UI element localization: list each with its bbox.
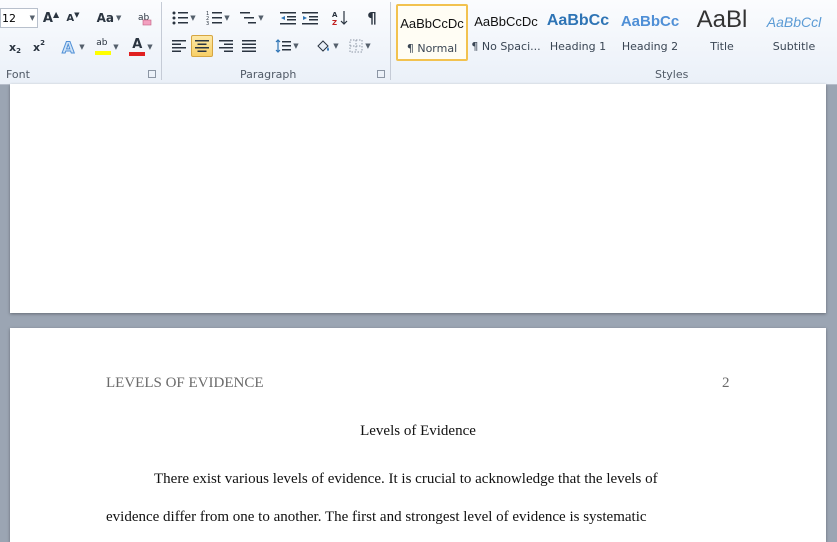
decrease-indent-button[interactable] [278, 8, 298, 28]
superscript-button[interactable]: x2 [30, 38, 48, 56]
increase-indent-button[interactable] [300, 8, 320, 28]
style-title[interactable]: AaBl Title [686, 4, 758, 61]
numbering-icon: 123 [206, 11, 223, 25]
style-normal[interactable]: AaBbCcDc ¶ Normal [396, 4, 468, 61]
style-name: Title [710, 40, 734, 53]
paragraph-line: evidence differ from one to another. The… [106, 509, 647, 525]
highlight-label: ab [96, 38, 108, 48]
borders-button[interactable]: ▼ [345, 36, 375, 56]
grow-font-button[interactable]: A ▲ [42, 8, 60, 28]
document-title: Levels of Evidence [360, 423, 476, 439]
change-case-label: Aa [96, 11, 114, 25]
subscript-button[interactable]: x2 [6, 38, 24, 56]
text-highlight-button[interactable]: ab ▼ [92, 36, 122, 58]
group-divider [161, 2, 162, 80]
font-group-label: Font [6, 68, 30, 81]
chevron-down-icon: ▼ [190, 14, 196, 22]
show-formatting-marks-button[interactable]: ¶ [362, 8, 382, 28]
style-sample: AaBbCc [546, 12, 610, 29]
align-right-button[interactable] [216, 36, 236, 56]
style-sample: AaBl [696, 6, 748, 33]
page-header-text: LEVELS OF EVIDENCE [106, 375, 264, 391]
group-divider [390, 2, 391, 80]
paragraph-line: There exist various levels of evidence. … [154, 471, 658, 487]
clear-formatting-icon: ab [138, 13, 152, 26]
borders-icon [349, 39, 363, 53]
multilevel-list-icon [240, 12, 257, 24]
chevron-down-icon: ▼ [224, 14, 230, 22]
font-size-box[interactable]: 12 ▼ [0, 8, 38, 28]
sort-icon: AZ [332, 11, 348, 26]
chevron-down-icon: ▼ [333, 42, 339, 50]
clear-formatting-button[interactable]: ab [135, 8, 155, 28]
svg-text:A: A [332, 11, 338, 19]
svg-text:3: 3 [206, 21, 209, 25]
font-color-icon: A [129, 37, 146, 56]
multilevel-list-button[interactable]: ▼ [238, 8, 266, 28]
change-case-button[interactable]: Aa ▼ [95, 8, 123, 28]
pilcrow-icon: ¶ [367, 9, 377, 27]
chevron-down-icon: ▼ [116, 14, 122, 22]
align-left-button[interactable] [169, 36, 189, 56]
decrease-indent-icon [280, 12, 296, 25]
align-center-button[interactable] [191, 35, 213, 57]
numbering-button[interactable]: 123 ▼ [203, 8, 233, 28]
ribbon: 12 ▼ A ▲ A ▼ Aa ▼ ab x2 x2 A ▼ ab ▼ A ▼ Fon… [0, 0, 837, 85]
bullets-icon [172, 11, 189, 25]
line-spacing-button[interactable]: ▼ [272, 36, 302, 56]
styles-gallery: AaBbCcDc ¶ Normal AaBbCcDc ¶ No Spaci...… [396, 4, 837, 62]
style-sample: AaBbCcl [766, 14, 822, 30]
highlighter-icon: ab [95, 38, 112, 56]
font-color-label: A [132, 37, 143, 52]
styles-group-label: Styles [655, 68, 689, 81]
chevron-down-icon[interactable]: ▼ [30, 14, 35, 22]
chevron-down-icon: ▼ [293, 42, 299, 50]
style-heading-2[interactable]: AaBbCc Heading 2 [614, 4, 686, 61]
style-name: ¶ Normal [406, 42, 458, 55]
chevron-down-icon: ▼ [79, 43, 85, 51]
style-sample: AaBbCc [620, 13, 680, 30]
document-page-1[interactable] [10, 84, 826, 313]
shrink-font-button[interactable]: A ▼ [64, 8, 82, 28]
style-name: Heading 2 [621, 40, 679, 53]
text-effects-icon: A [62, 38, 76, 56]
svg-text:Z: Z [332, 19, 337, 26]
paragraph-dialog-launcher[interactable] [377, 70, 385, 78]
justify-button[interactable] [239, 36, 259, 56]
chevron-down-icon: ▼ [258, 14, 264, 22]
font-size-value: 12 [2, 11, 16, 25]
style-no-spacing[interactable]: AaBbCcDc ¶ No Spaci... [470, 4, 542, 61]
style-name: ¶ No Spaci... [471, 40, 541, 53]
shading-button[interactable]: ▼ [312, 36, 342, 56]
font-dialog-launcher[interactable] [148, 70, 156, 78]
line-spacing-icon [275, 39, 292, 53]
increase-indent-icon [302, 12, 318, 25]
style-sample: AaBbCcDc [474, 14, 538, 29]
style-heading-1[interactable]: AaBbCc Heading 1 [542, 4, 614, 61]
justify-icon [242, 40, 256, 52]
style-name: Heading 1 [549, 40, 607, 53]
page-number: 2 [722, 375, 730, 391]
font-color-button[interactable]: A ▼ [125, 36, 157, 58]
svg-text:A: A [62, 38, 75, 56]
style-sample: AaBbCcDc [400, 16, 464, 31]
text-effects-button[interactable]: A ▼ [60, 36, 86, 58]
chevron-down-icon: ▼ [147, 43, 153, 51]
paint-bucket-icon [317, 40, 330, 52]
document-page-2[interactable]: LEVELS OF EVIDENCE 2 Levels of Evidence … [10, 328, 826, 542]
sort-button[interactable]: AZ [330, 8, 350, 28]
paragraph-group-label: Paragraph [240, 68, 297, 81]
chevron-down-icon: ▼ [365, 42, 371, 50]
align-center-icon [195, 40, 209, 52]
chevron-down-icon: ▼ [113, 43, 119, 51]
style-subtitle[interactable]: AaBbCcl Subtitle [758, 4, 830, 61]
align-left-icon [172, 40, 186, 52]
align-right-icon [219, 40, 233, 52]
bullets-button[interactable]: ▼ [170, 8, 198, 28]
style-name: Subtitle [772, 40, 816, 53]
